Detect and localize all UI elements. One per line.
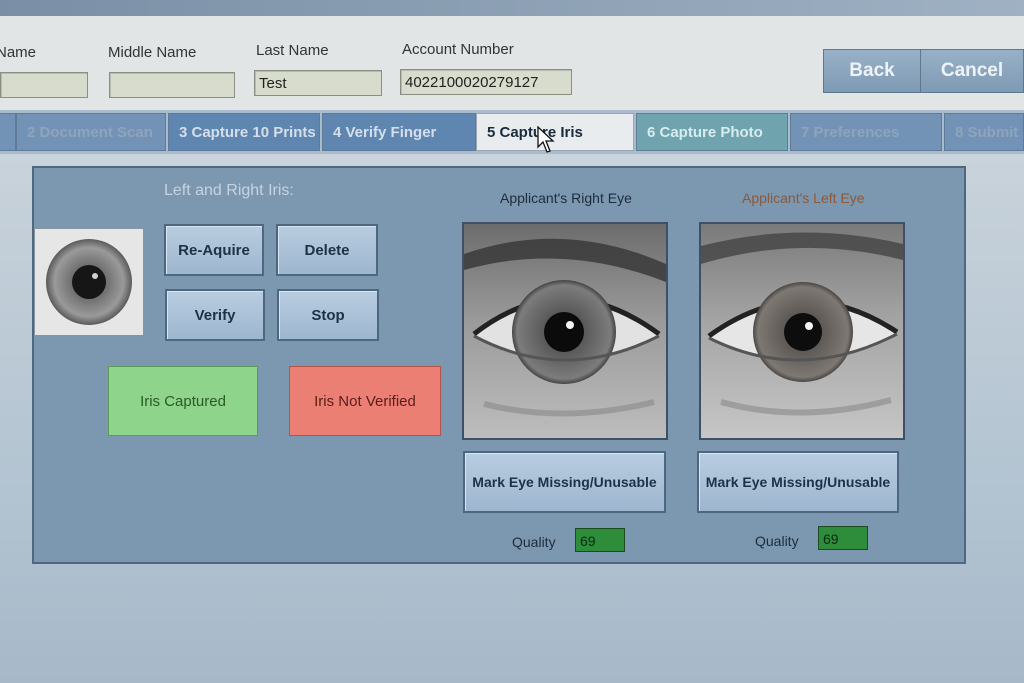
right-quality-label: Quality bbox=[512, 534, 556, 550]
mouse-pointer-icon bbox=[537, 126, 555, 153]
right-eye-photo bbox=[464, 224, 666, 438]
left-eye-image bbox=[699, 222, 905, 440]
tab-capture-photo[interactable]: 6 Capture Photo bbox=[636, 113, 788, 151]
tab-submit[interactable]: 8 Submit bbox=[944, 113, 1024, 151]
last-name-label: Last Name bbox=[256, 42, 329, 59]
stop-button[interactable]: Stop bbox=[277, 289, 379, 341]
iris-thumbnail bbox=[34, 228, 144, 336]
tab-capture-10-prints[interactable]: 3 Capture 10 Prints bbox=[168, 113, 320, 151]
panel-title: Left and Right Iris: bbox=[164, 182, 294, 199]
back-button[interactable]: Back bbox=[823, 49, 921, 93]
last-name-field[interactable]: Test bbox=[254, 70, 382, 96]
account-number-field[interactable]: 4022100020279127 bbox=[400, 69, 572, 95]
right-eye-caption: Applicant's Right Eye bbox=[500, 190, 632, 206]
left-quality-value: 69 bbox=[818, 526, 868, 550]
iris-not-verified-status: Iris Not Verified bbox=[289, 366, 441, 436]
account-number-label: Account Number bbox=[402, 41, 514, 58]
tab-previous-partial[interactable] bbox=[0, 113, 16, 151]
cancel-button[interactable]: Cancel bbox=[920, 49, 1024, 93]
tab-document-scan[interactable]: 2 Document Scan bbox=[16, 113, 166, 151]
first-name-field[interactable] bbox=[0, 72, 88, 98]
mark-right-eye-missing-button[interactable]: Mark Eye Missing/Unusable bbox=[463, 451, 666, 513]
middle-name-field[interactable] bbox=[109, 72, 235, 98]
tab-capture-iris-label: 5 Capture Iris bbox=[487, 123, 583, 141]
middle-name-label: Middle Name bbox=[108, 44, 197, 61]
first-name-label: Name bbox=[0, 44, 37, 61]
iris-captured-status: Iris Captured bbox=[108, 366, 258, 436]
tab-verify-finger[interactable]: 4 Verify Finger bbox=[322, 113, 476, 151]
right-eye-image bbox=[462, 222, 668, 440]
left-quality-label: Quality bbox=[755, 533, 799, 549]
left-eye-caption: Applicant's Left Eye bbox=[742, 190, 865, 206]
iris-icon bbox=[46, 239, 132, 325]
left-eye-photo bbox=[701, 224, 903, 438]
reacquire-button[interactable]: Re-Aquire bbox=[164, 224, 264, 276]
delete-button[interactable]: Delete bbox=[276, 224, 378, 276]
mark-left-eye-missing-button[interactable]: Mark Eye Missing/Unusable bbox=[697, 451, 899, 513]
right-quality-value: 69 bbox=[575, 528, 625, 552]
tab-capture-iris[interactable]: 5 Capture Iris bbox=[476, 113, 634, 151]
verify-button[interactable]: Verify bbox=[165, 289, 265, 341]
window-title-bar bbox=[0, 0, 1024, 16]
tab-preferences[interactable]: 7 Preferences bbox=[790, 113, 942, 151]
